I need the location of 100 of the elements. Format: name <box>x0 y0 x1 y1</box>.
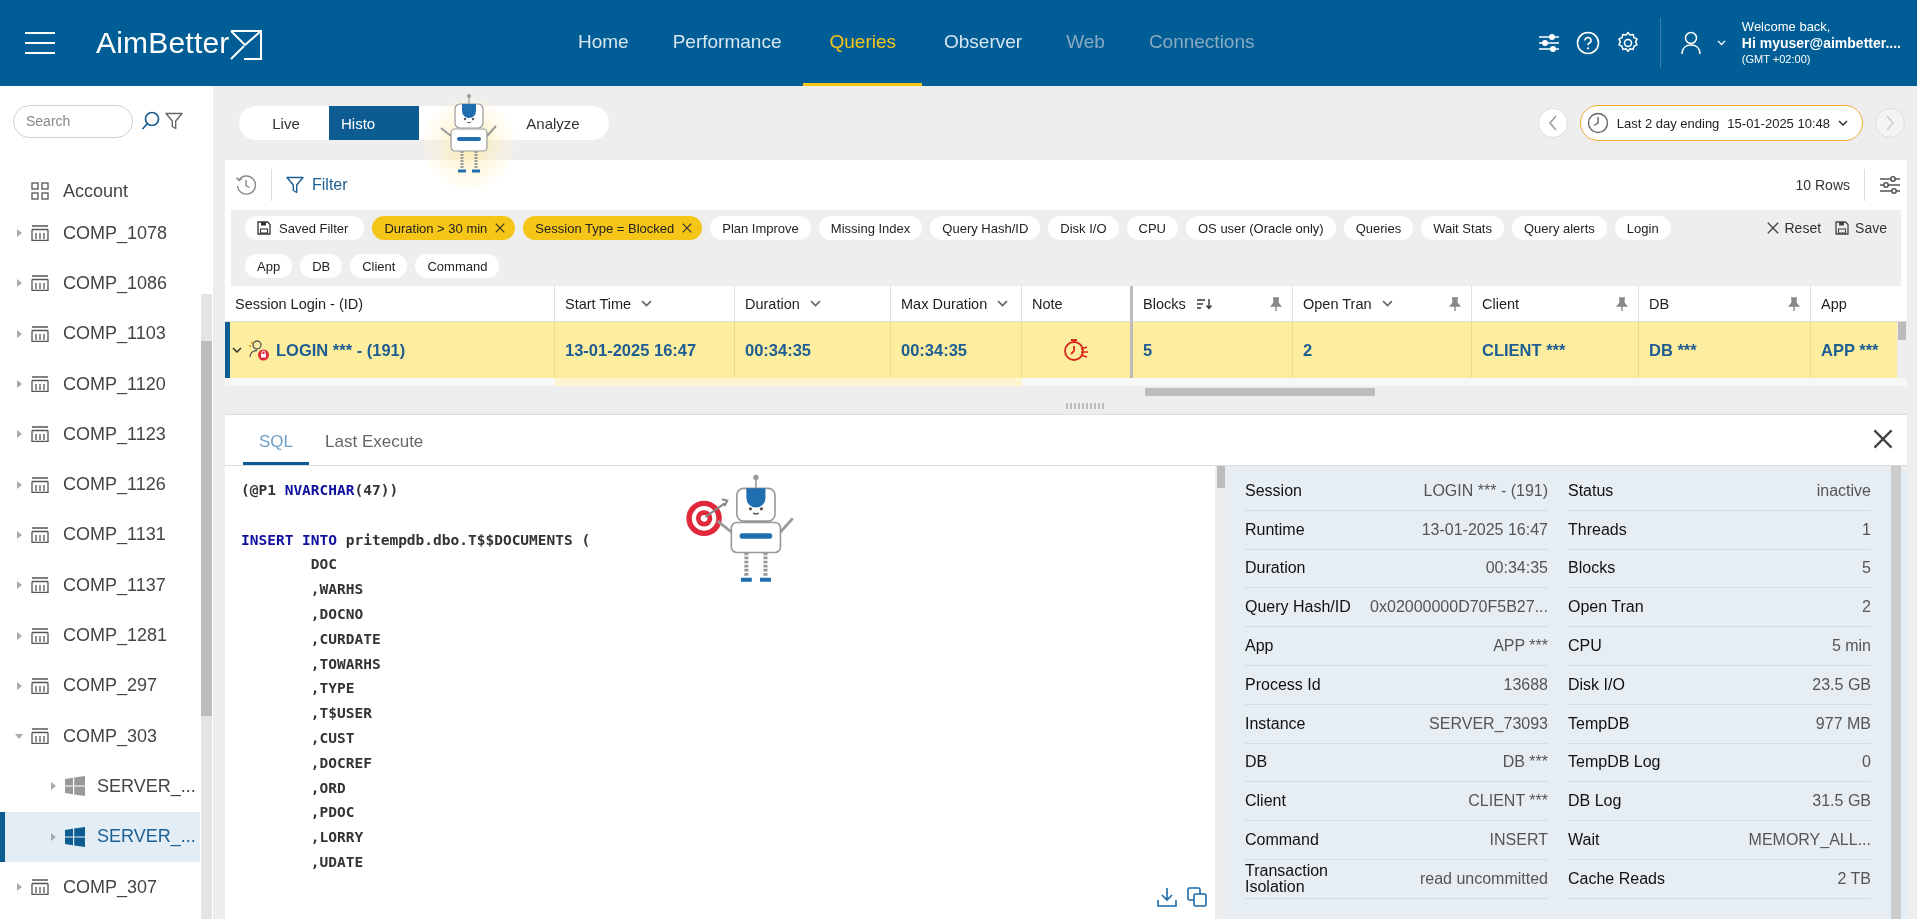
save-button[interactable]: Save <box>1835 220 1887 236</box>
chevron-down-icon[interactable] <box>1716 40 1726 46</box>
tree-item[interactable]: SERVER_... <box>0 811 200 862</box>
tree-item[interactable]: COMP_1131 <box>0 509 200 561</box>
mode-tab[interactable]: Analyze <box>519 106 609 140</box>
remove-icon[interactable] <box>682 223 693 233</box>
sort-descending-icon[interactable] <box>1195 297 1212 310</box>
saved-filter-button[interactable]: Saved Filter <box>245 216 365 240</box>
filter-icon[interactable] <box>165 112 183 130</box>
scrollbar-thumb[interactable] <box>1145 388 1375 396</box>
tree-item[interactable]: COMP_1103 <box>0 308 200 359</box>
filter-option[interactable]: Missing Index <box>818 216 923 240</box>
expand-caret-icon[interactable] <box>49 782 57 791</box>
settings-icon[interactable] <box>1615 31 1640 55</box>
clock-icon[interactable] <box>1586 112 1609 134</box>
panel-tab[interactable]: Last Execute <box>309 432 440 465</box>
filter-option[interactable]: Disk I/O <box>1048 216 1119 240</box>
mode-tab[interactable]: Histo <box>329 106 419 140</box>
filter-option[interactable]: OS user (Oracle only) <box>1186 216 1336 240</box>
nav-tab[interactable]: Home <box>556 0 651 86</box>
expand-caret-icon[interactable] <box>15 681 23 690</box>
scrollbar-thumb[interactable] <box>201 341 212 716</box>
search-icon[interactable] <box>141 111 161 131</box>
filter-option[interactable]: DB <box>300 254 343 278</box>
user-name[interactable]: Hi myuser@aimbetter.... <box>1741 35 1901 51</box>
mode-tab[interactable]: Live <box>239 106 329 140</box>
search-field[interactable]: Search <box>13 104 133 138</box>
tree-item[interactable]: COMP_307 <box>0 861 200 913</box>
pin-icon[interactable] <box>1616 296 1628 311</box>
filter-option[interactable]: Queries <box>1343 216 1414 240</box>
expand-caret-icon[interactable] <box>15 631 23 640</box>
filter-option[interactable]: CPU <box>1126 216 1178 240</box>
expand-chevron-icon[interactable] <box>232 347 242 353</box>
tree-item[interactable]: COMP_297 <box>0 660 200 711</box>
logo-text: AimBetter <box>96 26 230 60</box>
filter-chip[interactable]: Session Type = Blocked <box>523 216 703 240</box>
filter-option[interactable]: Command <box>415 254 500 278</box>
filter-option[interactable]: Plan Improve <box>710 216 811 240</box>
scrollbar-track[interactable] <box>1897 322 1907 378</box>
filter-option[interactable]: Wait Stats <box>1421 216 1504 240</box>
sliders-icon[interactable] <box>1537 32 1560 54</box>
previous-button[interactable] <box>1537 108 1568 138</box>
pin-icon[interactable] <box>1270 296 1282 311</box>
expand-caret-icon[interactable] <box>15 279 23 288</box>
expand-caret-icon[interactable] <box>15 732 23 741</box>
expand-caret-icon[interactable] <box>15 229 23 238</box>
sort-menu-icon[interactable] <box>641 300 653 307</box>
expand-caret-icon[interactable] <box>15 430 23 439</box>
filter-option[interactable]: Query alerts <box>1512 216 1607 240</box>
close-icon[interactable] <box>1873 429 1893 449</box>
filter-option[interactable]: Client <box>350 254 408 278</box>
expand-caret-icon[interactable] <box>15 329 23 338</box>
tree-item[interactable]: COMP_1281 <box>0 610 200 661</box>
download-icon[interactable] <box>1157 887 1177 907</box>
copy-icon[interactable] <box>1187 887 1207 907</box>
scrollbar-thumb[interactable] <box>1217 466 1225 488</box>
reset-button[interactable]: Reset <box>1766 220 1822 236</box>
save-icon[interactable] <box>257 221 271 235</box>
tree-item[interactable]: SERVER_... <box>0 761 200 812</box>
tree-item[interactable]: COMP_1137 <box>0 560 200 611</box>
menu-icon[interactable] <box>24 31 56 55</box>
tree-item[interactable]: COMP_1086 <box>0 258 200 309</box>
tree-item[interactable]: COMP_1126 <box>0 459 200 510</box>
pin-icon[interactable] <box>1788 296 1800 311</box>
filter-chip[interactable]: Duration > 30 min <box>372 216 516 240</box>
user-icon[interactable] <box>1680 31 1701 55</box>
building-icon <box>31 275 49 292</box>
sort-menu-icon[interactable] <box>809 300 821 307</box>
pin-icon[interactable] <box>1449 296 1461 311</box>
scrollbar-thumb[interactable] <box>1891 466 1901 919</box>
expand-caret-icon[interactable] <box>15 883 23 891</box>
sort-menu-icon[interactable] <box>997 300 1009 307</box>
nav-tab[interactable]: Observer <box>922 0 1045 86</box>
filter-option[interactable]: App <box>245 254 293 278</box>
save-icon[interactable] <box>1835 221 1850 235</box>
filter-option[interactable]: Query Hash/ID <box>930 216 1041 240</box>
tree-item[interactable]: COMP_1123 <box>0 409 200 460</box>
time-range-picker[interactable]: Last 2 day ending 15-01-2025 10:48 <box>1579 105 1863 141</box>
tree-item[interactable]: COMP_303 <box>0 710 200 762</box>
sort-menu-icon[interactable] <box>1381 300 1393 307</box>
expand-caret-icon[interactable] <box>15 380 23 389</box>
filter-button[interactable]: Filter <box>286 176 348 194</box>
expand-caret-icon[interactable] <box>15 480 23 489</box>
history-icon[interactable] <box>235 174 257 196</box>
table-cell: 00:34:35 <box>735 322 891 378</box>
help-icon[interactable] <box>1575 31 1600 55</box>
nav-tab[interactable]: Performance <box>650 0 804 86</box>
tree-item[interactable]: COMP_1120 <box>0 358 200 410</box>
field-label: Status <box>1568 482 1615 499</box>
scrollbar-thumb[interactable] <box>1898 322 1906 340</box>
column-settings-icon[interactable] <box>1879 174 1901 196</box>
expand-caret-icon[interactable] <box>15 581 23 590</box>
resize-handle[interactable] <box>1066 403 1106 409</box>
nav-tab[interactable]: Queries <box>803 0 922 86</box>
filter-option[interactable]: Login <box>1614 216 1671 240</box>
tree-item[interactable]: COMP_1078 <box>0 208 200 259</box>
expand-caret-icon[interactable] <box>49 832 57 841</box>
expand-caret-icon[interactable] <box>15 530 23 539</box>
remove-icon[interactable] <box>495 223 506 233</box>
tree-item[interactable]: Account <box>0 176 200 206</box>
